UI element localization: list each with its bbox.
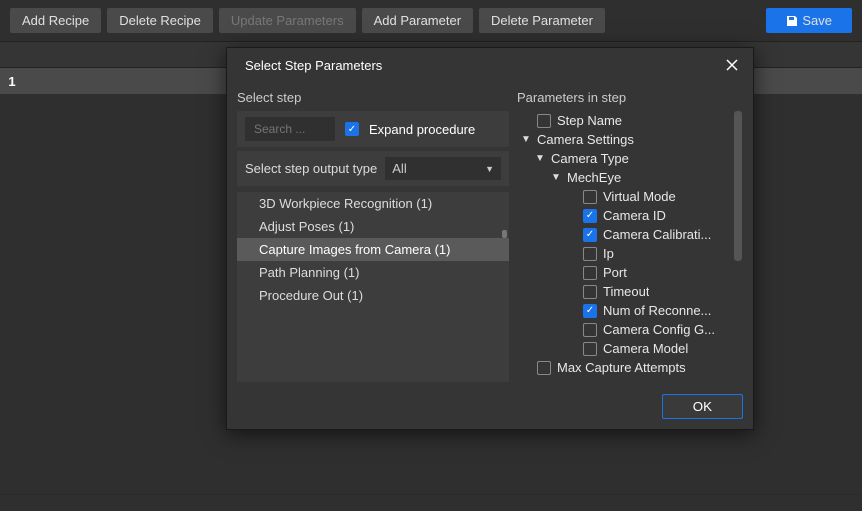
parameter-checkbox[interactable]: ✓ — [583, 209, 597, 223]
step-list-item[interactable]: Capture Images from Camera (1) — [237, 238, 509, 261]
tree-label: Camera ID — [603, 208, 666, 223]
step-list-item[interactable]: Procedure Out (1) — [237, 284, 509, 307]
parameter-checkbox[interactable] — [583, 247, 597, 261]
tree-label: Camera Settings — [537, 132, 634, 147]
tree-label: Camera Model — [603, 341, 688, 356]
tree-row[interactable]: ▼ MechEye — [517, 168, 743, 187]
parameter-checkbox[interactable]: ✓ — [583, 228, 597, 242]
tree-label: Camera Type — [551, 151, 629, 166]
tree-label: Camera Calibrati... — [603, 227, 711, 242]
tree-row[interactable]: Timeout — [517, 282, 743, 301]
expand-procedure-label: Expand procedure — [369, 122, 475, 137]
parameters-panel: Parameters in step Step Name ▼ Camera Sett… — [517, 86, 743, 382]
tree-label: Camera Config G... — [603, 322, 715, 337]
expand-arrow-icon[interactable]: ▼ — [521, 134, 531, 145]
tree-row[interactable]: Camera Config G... — [517, 320, 743, 339]
scrollbar-track[interactable] — [733, 111, 743, 379]
select-step-label: Select step — [237, 86, 509, 111]
step-list-item[interactable]: Adjust Poses (1) — [237, 215, 509, 238]
modal-backdrop: Select Step Parameters Select step ✓ Exp… — [0, 0, 862, 511]
parameter-checkbox[interactable] — [583, 323, 597, 337]
step-list-item[interactable]: Path Planning (1) — [237, 261, 509, 284]
parameter-checkbox[interactable] — [537, 114, 551, 128]
dialog-titlebar: Select Step Parameters — [227, 48, 753, 82]
tree-row[interactable]: ▼ Camera Settings — [517, 130, 743, 149]
parameter-checkbox[interactable] — [583, 266, 597, 280]
parameter-checkbox[interactable] — [583, 285, 597, 299]
step-list: 3D Workpiece Recognition (1)Adjust Poses… — [237, 192, 509, 382]
expand-arrow-icon[interactable]: ▼ — [551, 172, 561, 183]
parameter-checkbox[interactable] — [583, 342, 597, 356]
select-step-parameters-dialog: Select Step Parameters Select step ✓ Exp… — [226, 47, 754, 430]
tree-label: Port — [603, 265, 627, 280]
tree-row[interactable]: Max Capture Attempts — [517, 358, 743, 377]
search-input[interactable] — [245, 117, 335, 141]
scrollbar-thumb[interactable] — [734, 111, 742, 261]
tree-label: Virtual Mode — [603, 189, 676, 204]
tree-label: MechEye — [567, 170, 621, 185]
output-type-label: Select step output type — [245, 161, 377, 176]
dialog-title: Select Step Parameters — [245, 58, 382, 73]
parameters-label: Parameters in step — [517, 86, 743, 111]
tree-label: Step Name — [557, 113, 622, 128]
tree-row[interactable]: Port — [517, 263, 743, 282]
expand-procedure-checkbox[interactable]: ✓ — [345, 122, 359, 136]
tree-row[interactable]: ✓ Camera Calibrati... — [517, 225, 743, 244]
parameters-tree: Step Name ▼ Camera Settings ▼ Camera Type ▼ Me… — [517, 111, 743, 379]
step-list-item[interactable]: 3D Workpiece Recognition (1) — [237, 192, 509, 215]
tree-row[interactable]: Step Name — [517, 111, 743, 130]
expand-arrow-icon[interactable]: ▼ — [535, 153, 545, 164]
parameter-checkbox[interactable] — [583, 190, 597, 204]
tree-label: Num of Reconne... — [603, 303, 711, 318]
chevron-down-icon: ▼ — [485, 164, 494, 174]
parameter-checkbox[interactable]: ✓ — [583, 304, 597, 318]
scrollbar-thumb[interactable] — [502, 230, 507, 238]
tree-label: Max Capture Attempts — [557, 360, 686, 375]
parameter-checkbox[interactable] — [537, 361, 551, 375]
tree-row[interactable]: ✓ Camera ID — [517, 206, 743, 225]
close-button[interactable] — [723, 56, 741, 74]
tree-row[interactable]: Robot Service Name in Mec... — [517, 377, 743, 379]
ok-button[interactable]: OK — [662, 394, 743, 419]
tree-label: Timeout — [603, 284, 649, 299]
tree-label: Ip — [603, 246, 614, 261]
output-type-value: All — [392, 161, 406, 176]
tree-row[interactable]: Camera Model — [517, 339, 743, 358]
tree-row[interactable]: ▼ Camera Type — [517, 149, 743, 168]
output-type-select[interactable]: All ▼ — [385, 157, 501, 180]
close-icon — [725, 58, 739, 72]
select-step-panel: Select step ✓ Expand procedure Select st… — [237, 86, 509, 382]
tree-row[interactable]: ✓ Num of Reconne... — [517, 301, 743, 320]
tree-row[interactable]: Virtual Mode — [517, 187, 743, 206]
tree-row[interactable]: Ip — [517, 244, 743, 263]
